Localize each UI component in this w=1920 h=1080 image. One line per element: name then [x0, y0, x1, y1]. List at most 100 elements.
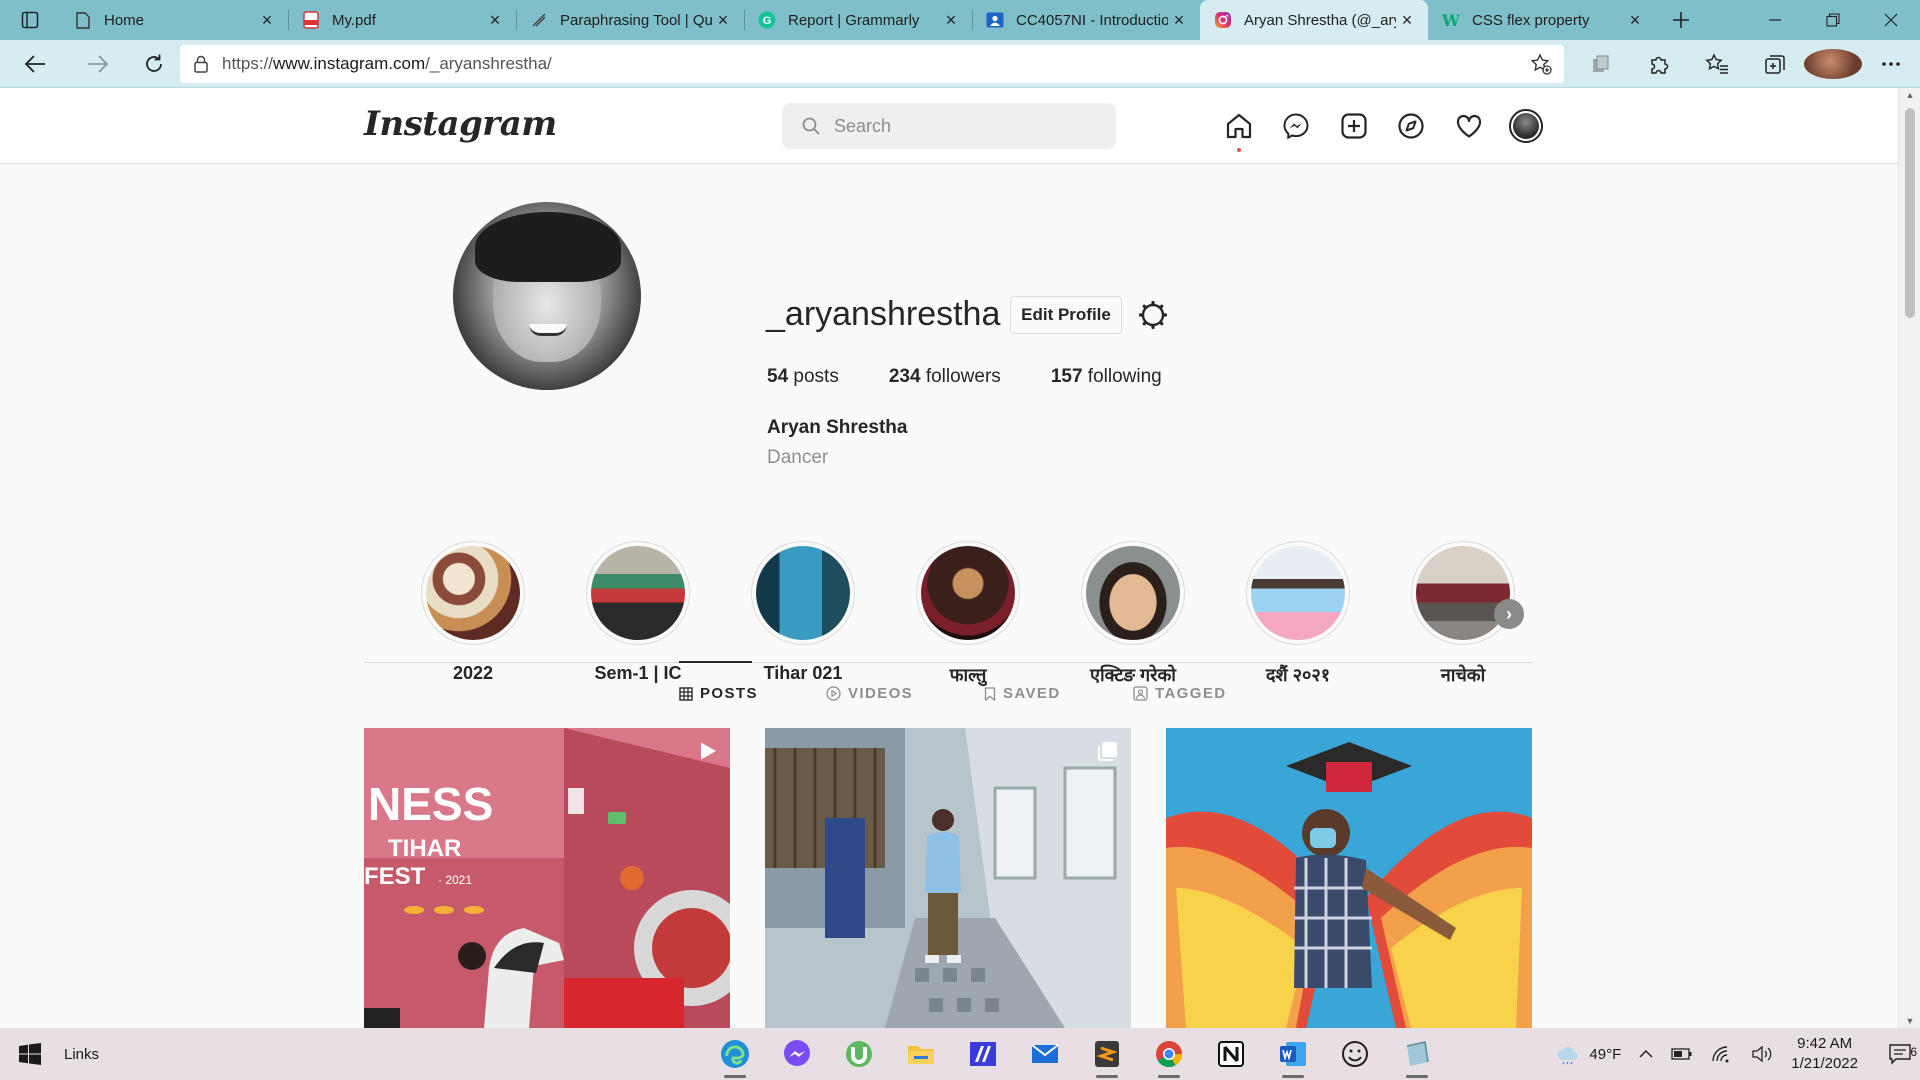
settings-more-button[interactable] — [1862, 40, 1920, 88]
post-thumbnail[interactable] — [765, 728, 1131, 1028]
tab-saved[interactable]: SAVED — [984, 685, 1061, 702]
taskbar-app[interactable] — [1200, 1028, 1262, 1080]
highlight-label: एक्टिङ गरेको — [1090, 665, 1176, 685]
edit-profile-button[interactable]: Edit Profile — [1010, 296, 1122, 334]
clock-date: 1/21/2022 — [1791, 1055, 1858, 1072]
taskbar-app[interactable] — [1386, 1028, 1448, 1080]
chevron-right-icon: › — [1506, 603, 1512, 624]
close-window-button[interactable] — [1862, 0, 1920, 40]
speaker-icon — [1752, 1045, 1772, 1063]
posts-count-stat[interactable]: 54 posts — [767, 366, 839, 388]
tab-tagged[interactable]: TAGGED — [1133, 685, 1226, 702]
taskbar-app[interactable] — [1014, 1028, 1076, 1080]
notification-center-button[interactable]: 6 — [1880, 1043, 1920, 1065]
collections-stack-icon — [1593, 55, 1609, 72]
nav-activity-button[interactable] — [1440, 106, 1498, 146]
new-tab-button[interactable] — [1656, 0, 1706, 40]
volume-indicator[interactable] — [1751, 1045, 1773, 1063]
tab-posts[interactable]: POSTS — [679, 685, 758, 702]
tab-title: Report | Grammarly — [788, 11, 920, 29]
browser-tab-pdf[interactable]: My.pdf × — [288, 0, 516, 40]
tab-title: Paraphrasing Tool | QuillBot — [560, 11, 712, 29]
network-indicator[interactable] — [1711, 1045, 1733, 1063]
highlight-item[interactable]: दशैं २०२१ — [1246, 541, 1350, 687]
taskbar-app[interactable] — [766, 1028, 828, 1080]
browser-tab-home[interactable]: Home × — [60, 0, 288, 40]
links-toolbar-label[interactable]: Links — [64, 1046, 99, 1063]
close-tab-icon[interactable]: × — [712, 10, 734, 31]
close-icon — [1884, 13, 1898, 27]
instagram-logo[interactable]: Instagram — [364, 104, 557, 144]
nav-messenger-button[interactable] — [1268, 106, 1326, 146]
close-tab-icon[interactable]: × — [1168, 10, 1190, 31]
followers-stat[interactable]: 234 followers — [889, 366, 1001, 388]
taskbar-app[interactable] — [1262, 1028, 1324, 1080]
extension-button[interactable] — [1572, 40, 1630, 88]
post-thumbnail[interactable] — [1166, 728, 1532, 1028]
wifi-icon — [1712, 1046, 1729, 1063]
browser-tab-quillbot[interactable]: Paraphrasing Tool | QuillBot × — [516, 0, 744, 40]
minimize-button[interactable] — [1746, 0, 1804, 40]
highlight-label: नाचेको — [1440, 665, 1486, 685]
svg-text:FEST: FEST — [364, 863, 426, 890]
tab-actions-icon — [21, 11, 39, 29]
nav-profile-button[interactable] — [1498, 106, 1556, 146]
show-hidden-icons[interactable] — [1639, 1049, 1653, 1059]
messenger-icon — [784, 1040, 810, 1066]
browser-toolbar: https://www.instagram.com/_aryanshrestha… — [0, 40, 1920, 88]
highlight-item[interactable]: फाल्तु — [916, 541, 1020, 687]
browser-tab-css-flex[interactable]: W CSS flex property × — [1428, 0, 1656, 40]
refresh-button[interactable] — [126, 40, 182, 88]
tab-videos[interactable]: VIDEOS — [826, 685, 913, 702]
browser-tab-grammarly[interactable]: G Report | Grammarly × — [744, 0, 972, 40]
browser-tab-instagram[interactable]: Aryan Shrestha (@_aryanshrestha) × — [1200, 0, 1428, 40]
taskbar-app[interactable] — [1076, 1028, 1138, 1080]
taskbar-app[interactable] — [828, 1028, 890, 1080]
search-input[interactable] — [834, 115, 1094, 137]
nav-home-button[interactable] — [1210, 106, 1268, 152]
add-favorite-icon[interactable] — [1530, 53, 1552, 75]
scroll-down-arrow-icon[interactable]: ▼ — [1905, 1016, 1915, 1026]
scroll-up-arrow-icon[interactable]: ▲ — [1905, 90, 1915, 100]
system-clock[interactable]: 9:42 AM 1/21/2022 — [1791, 1034, 1858, 1074]
close-tab-icon[interactable]: × — [484, 10, 506, 31]
post-thumbnail[interactable]: NESS TIHAR FEST · 2021 — [364, 728, 730, 1028]
nav-explore-button[interactable] — [1383, 106, 1441, 146]
search-box[interactable] — [782, 103, 1116, 149]
scrollbar-thumb[interactable] — [1905, 108, 1915, 318]
nav-new-post-button[interactable] — [1325, 106, 1383, 146]
back-button[interactable] — [0, 40, 70, 88]
address-bar[interactable]: https://www.instagram.com/_aryanshrestha… — [180, 45, 1564, 83]
taskbar-app[interactable] — [1324, 1028, 1386, 1080]
workspaces-button[interactable] — [0, 0, 60, 40]
highlight-item[interactable]: एक्टिङ गरेको — [1081, 541, 1185, 687]
notification-icon — [1889, 1044, 1911, 1065]
activity-heart-icon — [1456, 114, 1481, 138]
close-tab-icon[interactable]: × — [256, 10, 278, 31]
close-tab-icon[interactable]: × — [1624, 10, 1646, 31]
extensions-button[interactable] — [1630, 40, 1688, 88]
following-stat[interactable]: 157 following — [1051, 366, 1162, 388]
collections-button[interactable] — [1746, 40, 1804, 88]
close-tab-icon[interactable]: × — [940, 10, 962, 31]
highlights-next-button[interactable]: › — [1494, 599, 1524, 629]
browser-tab-cc4057ni[interactable]: CC4057NI - Introduction × — [972, 0, 1200, 40]
profile-button[interactable] — [1804, 40, 1862, 88]
profile-full-name: Aryan Shrestha — [767, 417, 908, 438]
visual-studio-icon — [970, 1042, 996, 1066]
taskbar-app[interactable] — [1138, 1028, 1200, 1080]
favorites-button[interactable] — [1688, 40, 1746, 88]
windows-taskbar: Links 49°F 9:42 AM 1/21/2022 6 — [0, 1028, 1920, 1080]
battery-indicator[interactable] — [1671, 1047, 1693, 1061]
profile-picture[interactable] — [453, 202, 641, 390]
restore-button[interactable] — [1804, 0, 1862, 40]
taskbar-app[interactable] — [704, 1028, 766, 1080]
settings-gear-icon[interactable] — [1138, 300, 1168, 330]
page-scrollbar[interactable]: ▲ ▼ — [1898, 88, 1920, 1028]
forward-button[interactable] — [70, 40, 126, 88]
start-button[interactable] — [0, 1028, 60, 1080]
taskbar-app[interactable] — [952, 1028, 1014, 1080]
weather-widget[interactable]: 49°F — [1555, 1043, 1621, 1065]
taskbar-app[interactable] — [890, 1028, 952, 1080]
close-tab-icon[interactable]: × — [1396, 10, 1418, 31]
